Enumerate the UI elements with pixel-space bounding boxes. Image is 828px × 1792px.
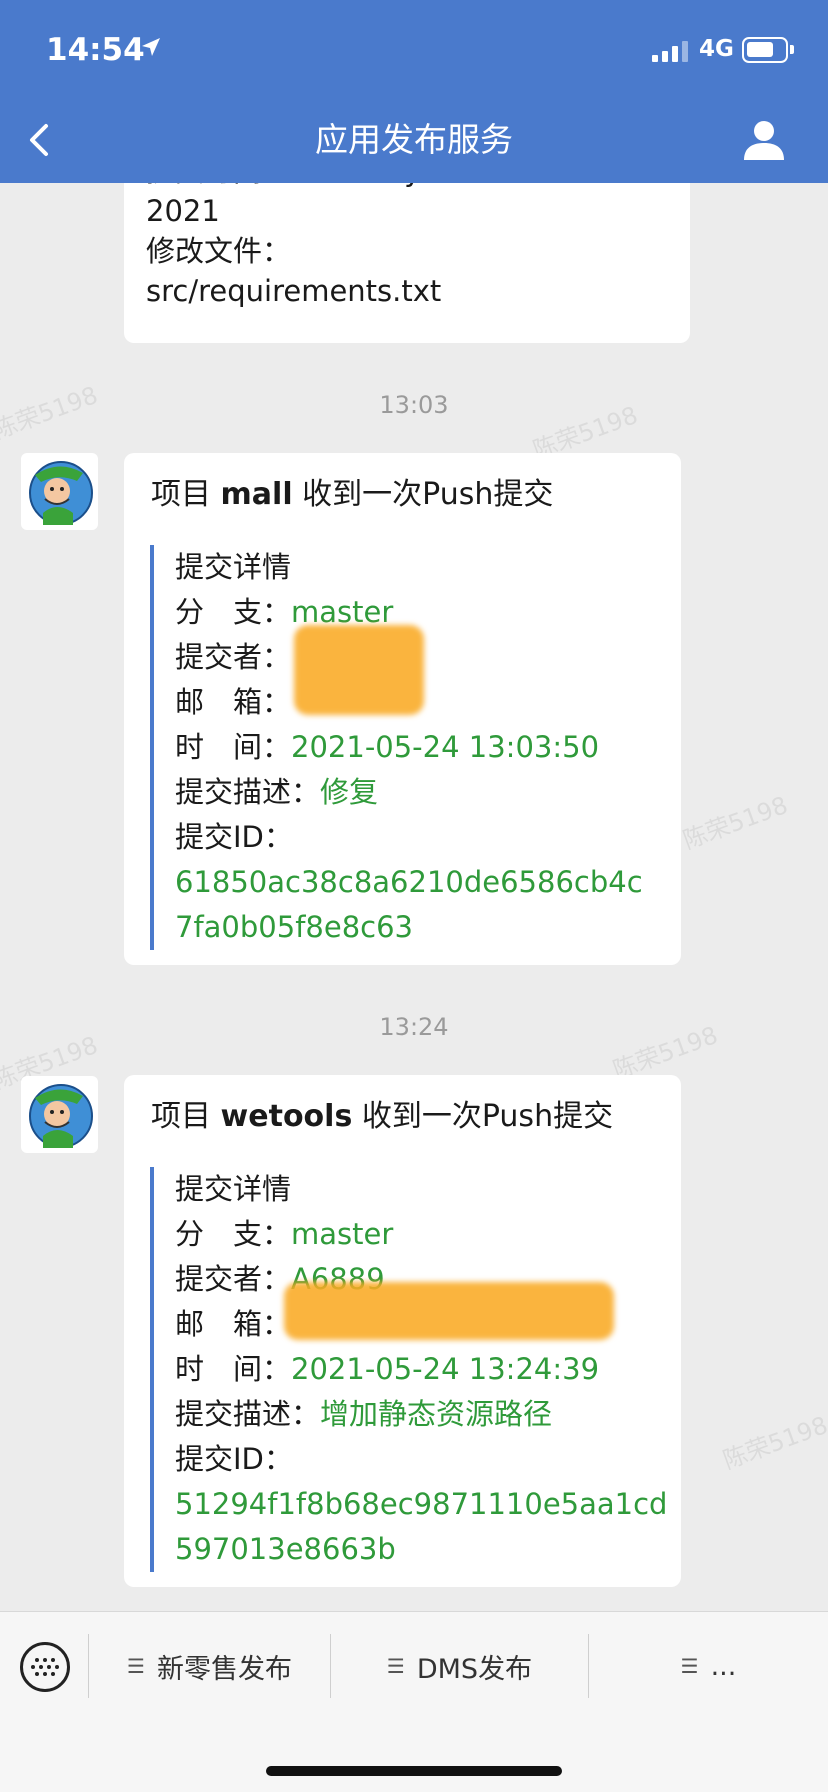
message-line: src/requirements.txt [146, 274, 442, 308]
description-value: 增加静态资源路径 [320, 1397, 553, 1431]
redaction-mark [284, 1282, 614, 1340]
home-indicator [266, 1766, 562, 1776]
project-name: wetools [220, 1099, 353, 1134]
bot-avatar[interactable] [21, 453, 98, 530]
status-time: 14:54 [46, 32, 145, 68]
bottom-menu-bar: ☰ 新零售发布 ☰ DMS发布 ☰ ... [0, 1611, 828, 1792]
message-line: 2021 [146, 194, 220, 228]
branch-row: 分 支：master [175, 1217, 394, 1251]
cellular-signal-icon [652, 40, 688, 62]
project-name: mall [220, 477, 293, 512]
push-notification-card[interactable]: 项目 mall 收到一次Push提交 提交详情 分 支：master 提交者： … [124, 453, 681, 965]
commit-details-block: 提交详情 分 支：master 提交者：A6889 邮 箱： 时 间：2021-… [150, 1167, 667, 1572]
menu-item-dms-release[interactable]: ☰ DMS发布 [331, 1634, 588, 1698]
description-value: 修复 [320, 775, 379, 809]
list-icon: ☰ [680, 1654, 699, 1678]
push-notification-card[interactable]: 项目 wetools 收到一次Push提交 提交详情 分 支：master 提交… [124, 1075, 681, 1587]
message-line: 提交时间：Mon May 24 10:50:32 [146, 183, 668, 191]
commit-id-label: 提交ID： [175, 820, 293, 854]
time-value: 2021-05-24 13:03:50 [291, 730, 600, 764]
branch-value: master [291, 595, 394, 629]
chat-area[interactable]: 陈荣5198 陈荣5198 陈荣5198 陈荣5198 陈荣5198 陈荣519… [0, 183, 828, 1611]
time-row: 时 间：2021-05-24 13:24:39 [175, 1352, 600, 1386]
time-row: 时 间：2021-05-24 13:03:50 [175, 730, 600, 764]
message-title: 项目 mall 收到一次Push提交 [151, 477, 554, 512]
description-row: 提交描述：修复 [175, 775, 379, 809]
message-timestamp: 13:24 [379, 1013, 449, 1041]
list-icon: ☰ [127, 1654, 145, 1678]
previous-message-bubble[interactable]: 提交时间：Mon May 24 10:50:32 2021 修改文件： src/… [124, 183, 690, 343]
message-line: 修改文件： [146, 234, 292, 268]
menu-item-label: ... [710, 1650, 737, 1682]
commit-id-label: 提交ID： [175, 1442, 293, 1476]
commit-id-value[interactable]: 597013e8663b [175, 1527, 650, 1572]
person-icon [744, 121, 784, 160]
list-icon: ☰ [386, 1654, 405, 1678]
message-title: 项目 wetools 收到一次Push提交 [151, 1099, 614, 1134]
commit-id-value[interactable]: 7fa0b05f8e8c63 [175, 905, 650, 950]
time-value: 2021-05-24 13:24:39 [291, 1352, 600, 1386]
bot-avatar-icon [29, 1084, 93, 1148]
branch-value: master [291, 1217, 394, 1251]
menu-item-new-retail-release[interactable]: ☰ 新零售发布 [89, 1634, 330, 1698]
bot-avatar[interactable] [21, 1076, 98, 1153]
battery-icon [742, 37, 794, 63]
navigation-header: 14:54 4G 应用发布服务 [0, 0, 828, 183]
section-heading: 提交详情 [175, 1172, 292, 1206]
description-row: 提交描述：增加静态资源路径 [175, 1397, 553, 1431]
commit-details-block: 提交详情 分 支：master 提交者： 邮 箱： 时 间：2021-05-24… [150, 545, 650, 950]
profile-button[interactable] [740, 116, 788, 164]
redaction-mark [294, 625, 424, 715]
section-heading: 提交详情 [175, 550, 292, 584]
keyboard-icon [31, 1658, 59, 1676]
location-arrow-icon [142, 38, 160, 56]
menu-item-more[interactable]: ☰ ... [589, 1634, 828, 1698]
message-timestamp: 13:03 [379, 391, 449, 419]
menu-item-label: DMS发布 [416, 1653, 533, 1685]
network-type: 4G [699, 36, 734, 62]
keyboard-toggle-button[interactable] [20, 1642, 70, 1692]
commit-id-value[interactable]: 61850ac38c8a6210de6586cb4c [175, 860, 650, 905]
watermark: 陈荣5198 [679, 791, 792, 855]
page-title: 应用发布服务 [315, 120, 513, 159]
commit-id-value[interactable]: 51294f1f8b68ec9871110e5aa1cd [175, 1482, 667, 1527]
menu-item-label: 新零售发布 [156, 1653, 292, 1685]
bot-avatar-icon [29, 461, 93, 525]
watermark: 陈荣5198 [719, 1411, 828, 1475]
